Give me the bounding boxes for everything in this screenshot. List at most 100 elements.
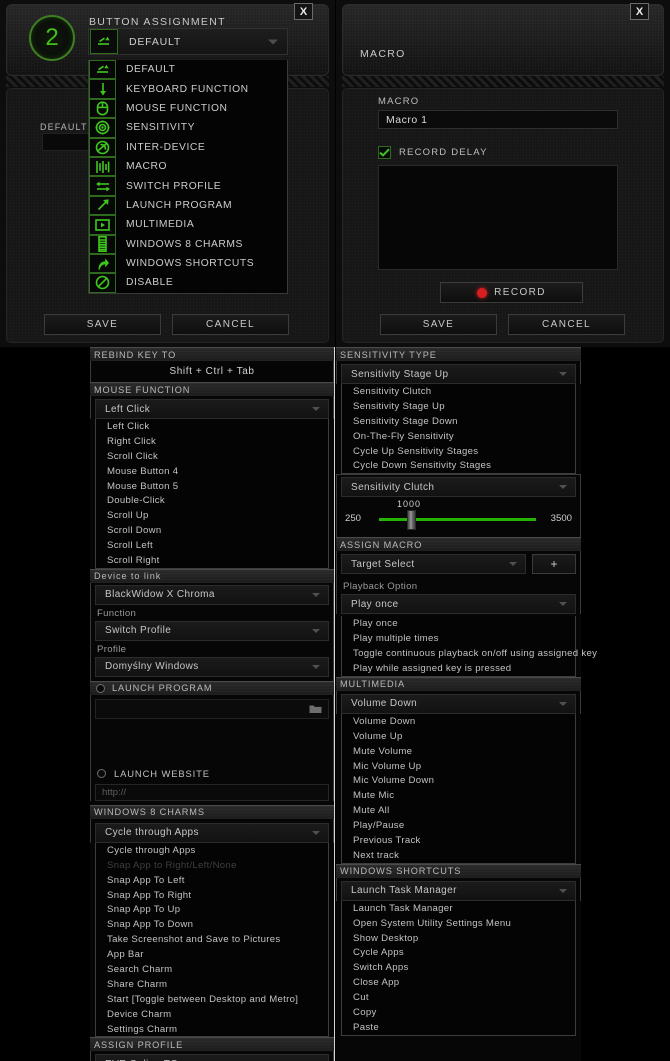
windows-shortcuts-options-list[interactable]: Launch Task Manager Open System Utility S… [341,900,576,1036]
sensitivity-type-select[interactable]: Sensitivity Stage Up [341,364,576,384]
sensitivity-clutch-select[interactable]: Sensitivity Clutch [341,477,576,498]
windows-8-charms-option[interactable]: Start [Toggle between Desktop and Metro] [96,992,328,1007]
sensitivity-type-option[interactable]: Cycle Down Sensitivity Stages [342,458,575,473]
playback-option-options-list[interactable]: Play once Play multiple times Toggle conti… [341,616,597,677]
windows-8-charms-option[interactable]: Device Charm [96,1007,328,1022]
multimedia-option[interactable]: Volume Down [342,714,575,729]
windows-shortcuts-option[interactable]: Cycle Apps [342,945,575,960]
multimedia-options-list[interactable]: Volume Down Volume Up Mute Volume Mic Volum… [341,713,576,864]
sensitivity-type-options-list[interactable]: Sensitivity Clutch Sensitivity Stage Up Se… [341,384,576,475]
windows-8-charms-options-list[interactable]: Cycle through Apps Snap App to Right/Left… [95,842,329,1038]
device-to-link-select[interactable]: BlackWidow X Chroma [95,584,329,605]
mouse-function-option[interactable]: Mouse Button 5 [96,479,328,494]
button-assignment-option[interactable]: DISABLE [89,273,287,293]
windows-8-charms-option[interactable]: Snap App To Left [96,873,328,888]
windows-8-charms-option[interactable]: Cycle through Apps [96,843,328,858]
assign-macro-target-select[interactable]: Target Select [341,554,526,575]
folder-icon[interactable] [309,704,322,714]
sensitivity-type-option[interactable]: Cycle Up Sensitivity Stages [342,444,575,459]
macro-sequence-list[interactable] [378,165,618,270]
windows-8-charms-option[interactable]: Snap App To Right [96,888,328,903]
multimedia-option[interactable]: Mic Volume Down [342,773,575,788]
mouse-function-select[interactable]: Left Click [95,399,329,419]
windows-shortcuts-option[interactable]: Paste [342,1020,575,1035]
multimedia-select[interactable]: Volume Down [341,693,576,714]
playback-option-option[interactable]: Play once [342,616,575,631]
multimedia-option[interactable]: Mute Volume [342,744,575,759]
cancel-button[interactable]: CANCEL [172,314,289,335]
mouse-function-option[interactable]: Scroll Left [96,538,328,553]
windows-shortcuts-option[interactable]: Switch Apps [342,960,575,975]
mouse-function-option[interactable]: Double-Click [96,493,328,508]
button-assignment-option[interactable]: WINDOWS 8 CHARMS [89,234,287,254]
windows-8-charms-select[interactable]: Cycle through Apps [95,822,329,843]
mouse-function-option[interactable]: Left Click [96,419,328,434]
sensitivity-slider-track[interactable] [379,518,536,522]
mouse-function-option[interactable]: Right Click [96,434,328,449]
mouse-function-option[interactable]: Mouse Button 4 [96,464,328,479]
record-delay-row[interactable]: RECORD DELAY [378,146,488,159]
windows-shortcuts-option[interactable]: Close App [342,975,575,990]
multimedia-option[interactable]: Volume Up [342,729,575,744]
multimedia-option[interactable]: Mute All [342,803,575,818]
button-assignment-option[interactable]: WINDOWS SHORTCUTS [89,253,287,274]
windows-shortcuts-option[interactable]: Launch Task Manager [342,901,575,916]
windows-shortcuts-option[interactable]: Cut [342,990,575,1005]
windows-8-charms-option[interactable]: Settings Charm [96,1022,328,1037]
close-icon[interactable]: X [294,3,313,20]
sensitivity-type-option[interactable]: Sensitivity Stage Up [342,399,575,414]
rebind-key-value[interactable]: Shift + Ctrl + Tab [95,362,329,380]
button-assignment-option[interactable]: MOUSE FUNCTION [89,98,287,119]
add-macro-button[interactable]: + [532,554,576,575]
launch-program-path-input[interactable] [95,698,329,719]
windows-shortcuts-option[interactable]: Copy [342,1005,575,1020]
sensitivity-slider-knob[interactable] [407,510,416,531]
button-assignment-option[interactable]: DEFAULT [89,60,287,80]
playback-option-option[interactable]: Play multiple times [342,631,575,646]
sensitivity-slider[interactable]: 1000 250 3500 [341,497,576,537]
multimedia-option[interactable]: Next track [342,848,575,863]
windows-shortcuts-select[interactable]: Launch Task Manager [341,880,576,901]
playback-option-option[interactable]: Play while assigned key is pressed [342,661,575,676]
button-assignment-option[interactable]: SWITCH PROFILE [89,176,287,196]
mouse-function-option[interactable]: Scroll Click [96,449,328,464]
button-assignment-option[interactable]: MULTIMEDIA [89,215,287,235]
sensitivity-type-option[interactable]: Sensitivity Stage Down [342,414,575,429]
windows-shortcuts-option[interactable]: Open System Utility Settings Menu [342,916,575,931]
macro-cancel-button[interactable]: CANCEL [508,314,625,335]
windows-8-charms-option[interactable]: Snap App To Up [96,902,328,917]
mouse-function-option[interactable]: Scroll Up [96,508,328,523]
launch-program-radio[interactable] [96,683,105,693]
launch-website-radio[interactable] [97,768,106,778]
windows-8-charms-option[interactable]: Search Charm [96,962,328,977]
playback-option-option[interactable]: Toggle continuous playback on/off using … [342,646,597,661]
button-assignment-option[interactable]: LAUNCH PROGRAM [89,195,287,216]
windows-8-charms-option[interactable]: Share Charm [96,977,328,992]
windows-8-charms-option[interactable]: Snap App To Down [96,917,328,932]
assign-profile-select[interactable]: EVE Online TQ [95,1054,329,1061]
launch-website-url-input[interactable]: http:// [95,783,329,801]
playback-option-select[interactable]: Play once [341,594,576,615]
button-assignment-option[interactable]: INTER-DEVICE [89,137,287,157]
save-button[interactable]: SAVE [44,314,161,335]
windows-8-charms-option[interactable]: App Bar [96,947,328,962]
record-button[interactable]: RECORD [440,282,583,303]
button-assignment-option[interactable]: KEYBOARD FUNCTION [89,79,287,99]
sensitivity-type-option[interactable]: Sensitivity Clutch [342,384,575,399]
multimedia-option[interactable]: Mute Mic [342,788,575,803]
mouse-function-option[interactable]: Scroll Right [96,553,328,568]
sensitivity-type-option[interactable]: On-The-Fly Sensitivity [342,429,575,444]
mouse-function-option[interactable]: Scroll Down [96,523,328,538]
record-delay-checkbox[interactable] [378,146,391,159]
mouse-function-options-list[interactable]: Left Click Right Click Scroll Click Mouse B… [95,419,329,569]
macro-name-input[interactable]: Macro 1 [378,110,618,129]
inter-device-profile-select[interactable]: Domyślny Windows [95,656,329,677]
multimedia-option[interactable]: Mic Volume Up [342,759,575,774]
inter-device-function-select[interactable]: Switch Profile [95,620,329,641]
launch-website-row[interactable]: LAUNCH WEBSITE [95,766,329,781]
multimedia-option[interactable]: Play/Pause [342,818,575,833]
windows-8-charms-option[interactable]: Take Screenshot and Save to Pictures [96,932,328,947]
macro-save-button[interactable]: SAVE [380,314,497,335]
button-assignment-option[interactable]: SENSITIVITY [89,118,287,138]
button-assignment-select[interactable]: DEFAULT [88,28,288,55]
